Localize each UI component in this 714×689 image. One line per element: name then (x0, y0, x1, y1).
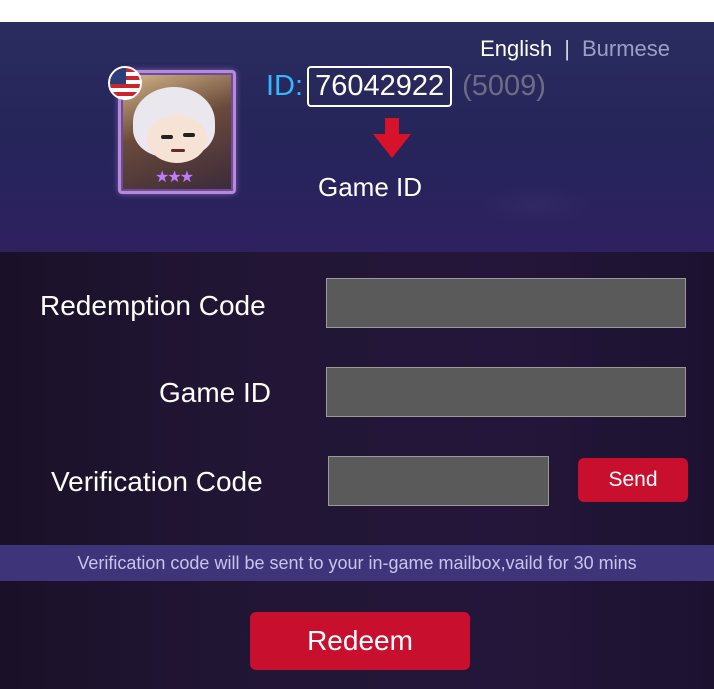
us-flag-icon (108, 66, 142, 100)
language-switcher: English | Burmese (480, 36, 670, 62)
verification-code-label: Verification Code (51, 466, 263, 497)
redeem-button[interactable]: Redeem (250, 612, 470, 670)
game-id-hint-label: Game ID (318, 172, 423, 202)
verification-notice: Verification code will be sent to your i… (0, 545, 714, 581)
avatar-stars: ★★★ (155, 169, 194, 186)
verification-code-input[interactable] (328, 456, 549, 506)
language-burmese-link[interactable]: Burmese (582, 36, 670, 62)
send-button[interactable]: Send (578, 458, 688, 502)
language-separator: | (564, 36, 570, 61)
player-id-value: 76042922 (307, 66, 453, 107)
id-label: ID: (266, 70, 304, 102)
player-id-row: ID: 76042922 (5009) (266, 66, 546, 107)
game-id-label: Game ID (159, 377, 272, 408)
game-id-input[interactable] (326, 367, 686, 417)
header-panel: English | Burmese ★★★ ID: 76042922 (5009… (0, 22, 714, 252)
redemption-code-input[interactable] (326, 278, 686, 328)
redemption-code-label: Redemption Code (40, 290, 266, 321)
server-id: (5009) (462, 70, 546, 102)
arrow-down-icon (373, 118, 411, 158)
language-english-link[interactable]: English (480, 36, 552, 62)
top-strip (0, 0, 714, 22)
